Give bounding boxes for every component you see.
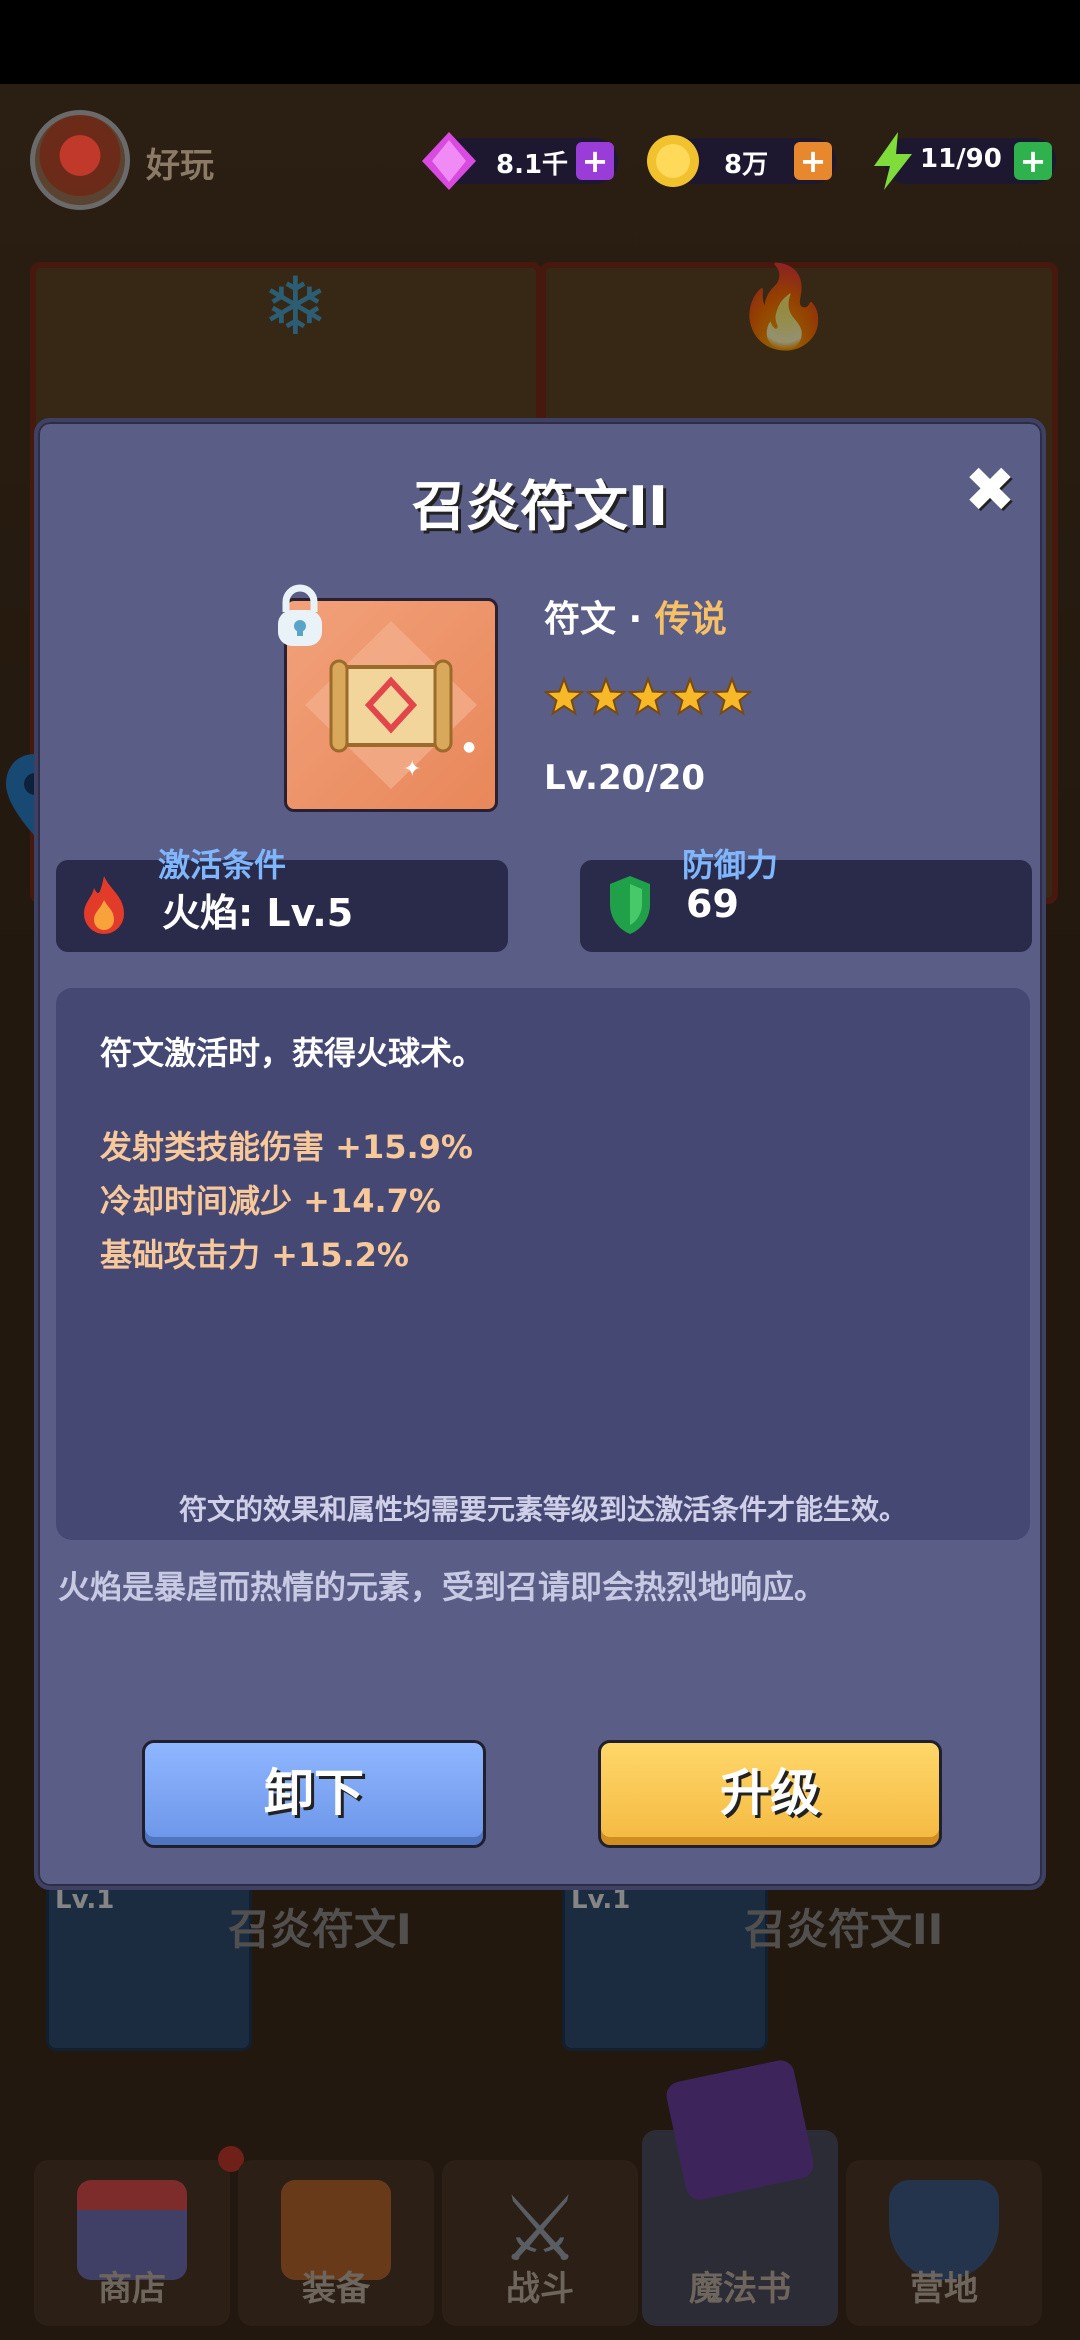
- rune-level: Lv.20/20: [544, 758, 706, 798]
- add-energy-button[interactable]: +: [1014, 142, 1052, 180]
- star-icon: [585, 676, 627, 716]
- lock-icon[interactable]: [274, 582, 326, 650]
- activation-label: 激活条件: [158, 846, 287, 884]
- defense-box: 69: [580, 860, 1032, 952]
- upgrade-button[interactable]: 升级: [598, 1740, 942, 1848]
- energy-value: 11/90: [920, 144, 1002, 174]
- rune-rarity: 传说: [654, 599, 727, 640]
- add-gems-button[interactable]: +: [576, 142, 614, 180]
- defense-value: 69: [686, 882, 739, 926]
- shield-icon: [610, 876, 650, 934]
- gems-counter: 8.1千 +: [422, 132, 618, 190]
- gems-value: 8.1千: [496, 150, 569, 180]
- star-icon: [627, 676, 669, 716]
- close-button[interactable]: ✖: [958, 458, 1022, 522]
- rune-type-line: 符文 · 传说: [544, 590, 727, 642]
- rune-type: 符文 ·: [544, 599, 655, 640]
- star-icon: [669, 676, 711, 716]
- gold-coin-icon: [647, 135, 699, 187]
- activation-note: 符文的效果和属性均需要元素等级到达激活条件才能生效。: [178, 1493, 907, 1526]
- svg-text:●: ●: [463, 739, 475, 755]
- bonus-line: 冷却时间减少 +14.7%: [100, 1182, 441, 1220]
- modal-title: 召炎符文II: [411, 475, 669, 538]
- gold-counter: 8万 +: [647, 135, 836, 187]
- lightning-icon: [874, 132, 912, 190]
- gold-value: 8万: [724, 150, 769, 180]
- player-avatar[interactable]: [30, 110, 130, 210]
- status-bar: [0, 0, 1080, 84]
- gem-icon: [422, 132, 476, 190]
- flavor-text: 火焰是暴虐而热情的元素，受到召请即会热烈地响应。: [58, 1568, 827, 1606]
- add-gold-button[interactable]: +: [794, 142, 832, 180]
- star-rating: [543, 676, 754, 724]
- player-name: 好玩: [146, 146, 214, 186]
- star-icon: [711, 676, 753, 716]
- rune-detail-modal: 召炎符文II ✖ ✦ ● 符文 · 传说 Lv.20/20 火焰: Lv.5 激…: [34, 418, 1046, 1890]
- star-icon: [543, 676, 585, 716]
- energy-counter: 11/90 +: [874, 132, 1056, 190]
- bonus-line: 基础攻击力 +15.2%: [100, 1236, 409, 1274]
- rune-effect: 符文激活时，获得火球术。: [100, 1034, 485, 1072]
- svg-text:✦: ✦: [403, 757, 421, 782]
- flame-icon: [84, 876, 124, 934]
- star-icons: [543, 676, 753, 716]
- bonus-line: 发射类技能伤害 +15.9%: [100, 1128, 473, 1166]
- activation-value: 火焰: Lv.5: [162, 891, 354, 935]
- unequip-button[interactable]: 卸下: [142, 1740, 486, 1848]
- defense-label: 防御力: [682, 846, 779, 884]
- description-panel: 符文激活时，获得火球术。 发射类技能伤害 +15.9% 冷却时间减少 +14.7…: [56, 988, 1030, 1540]
